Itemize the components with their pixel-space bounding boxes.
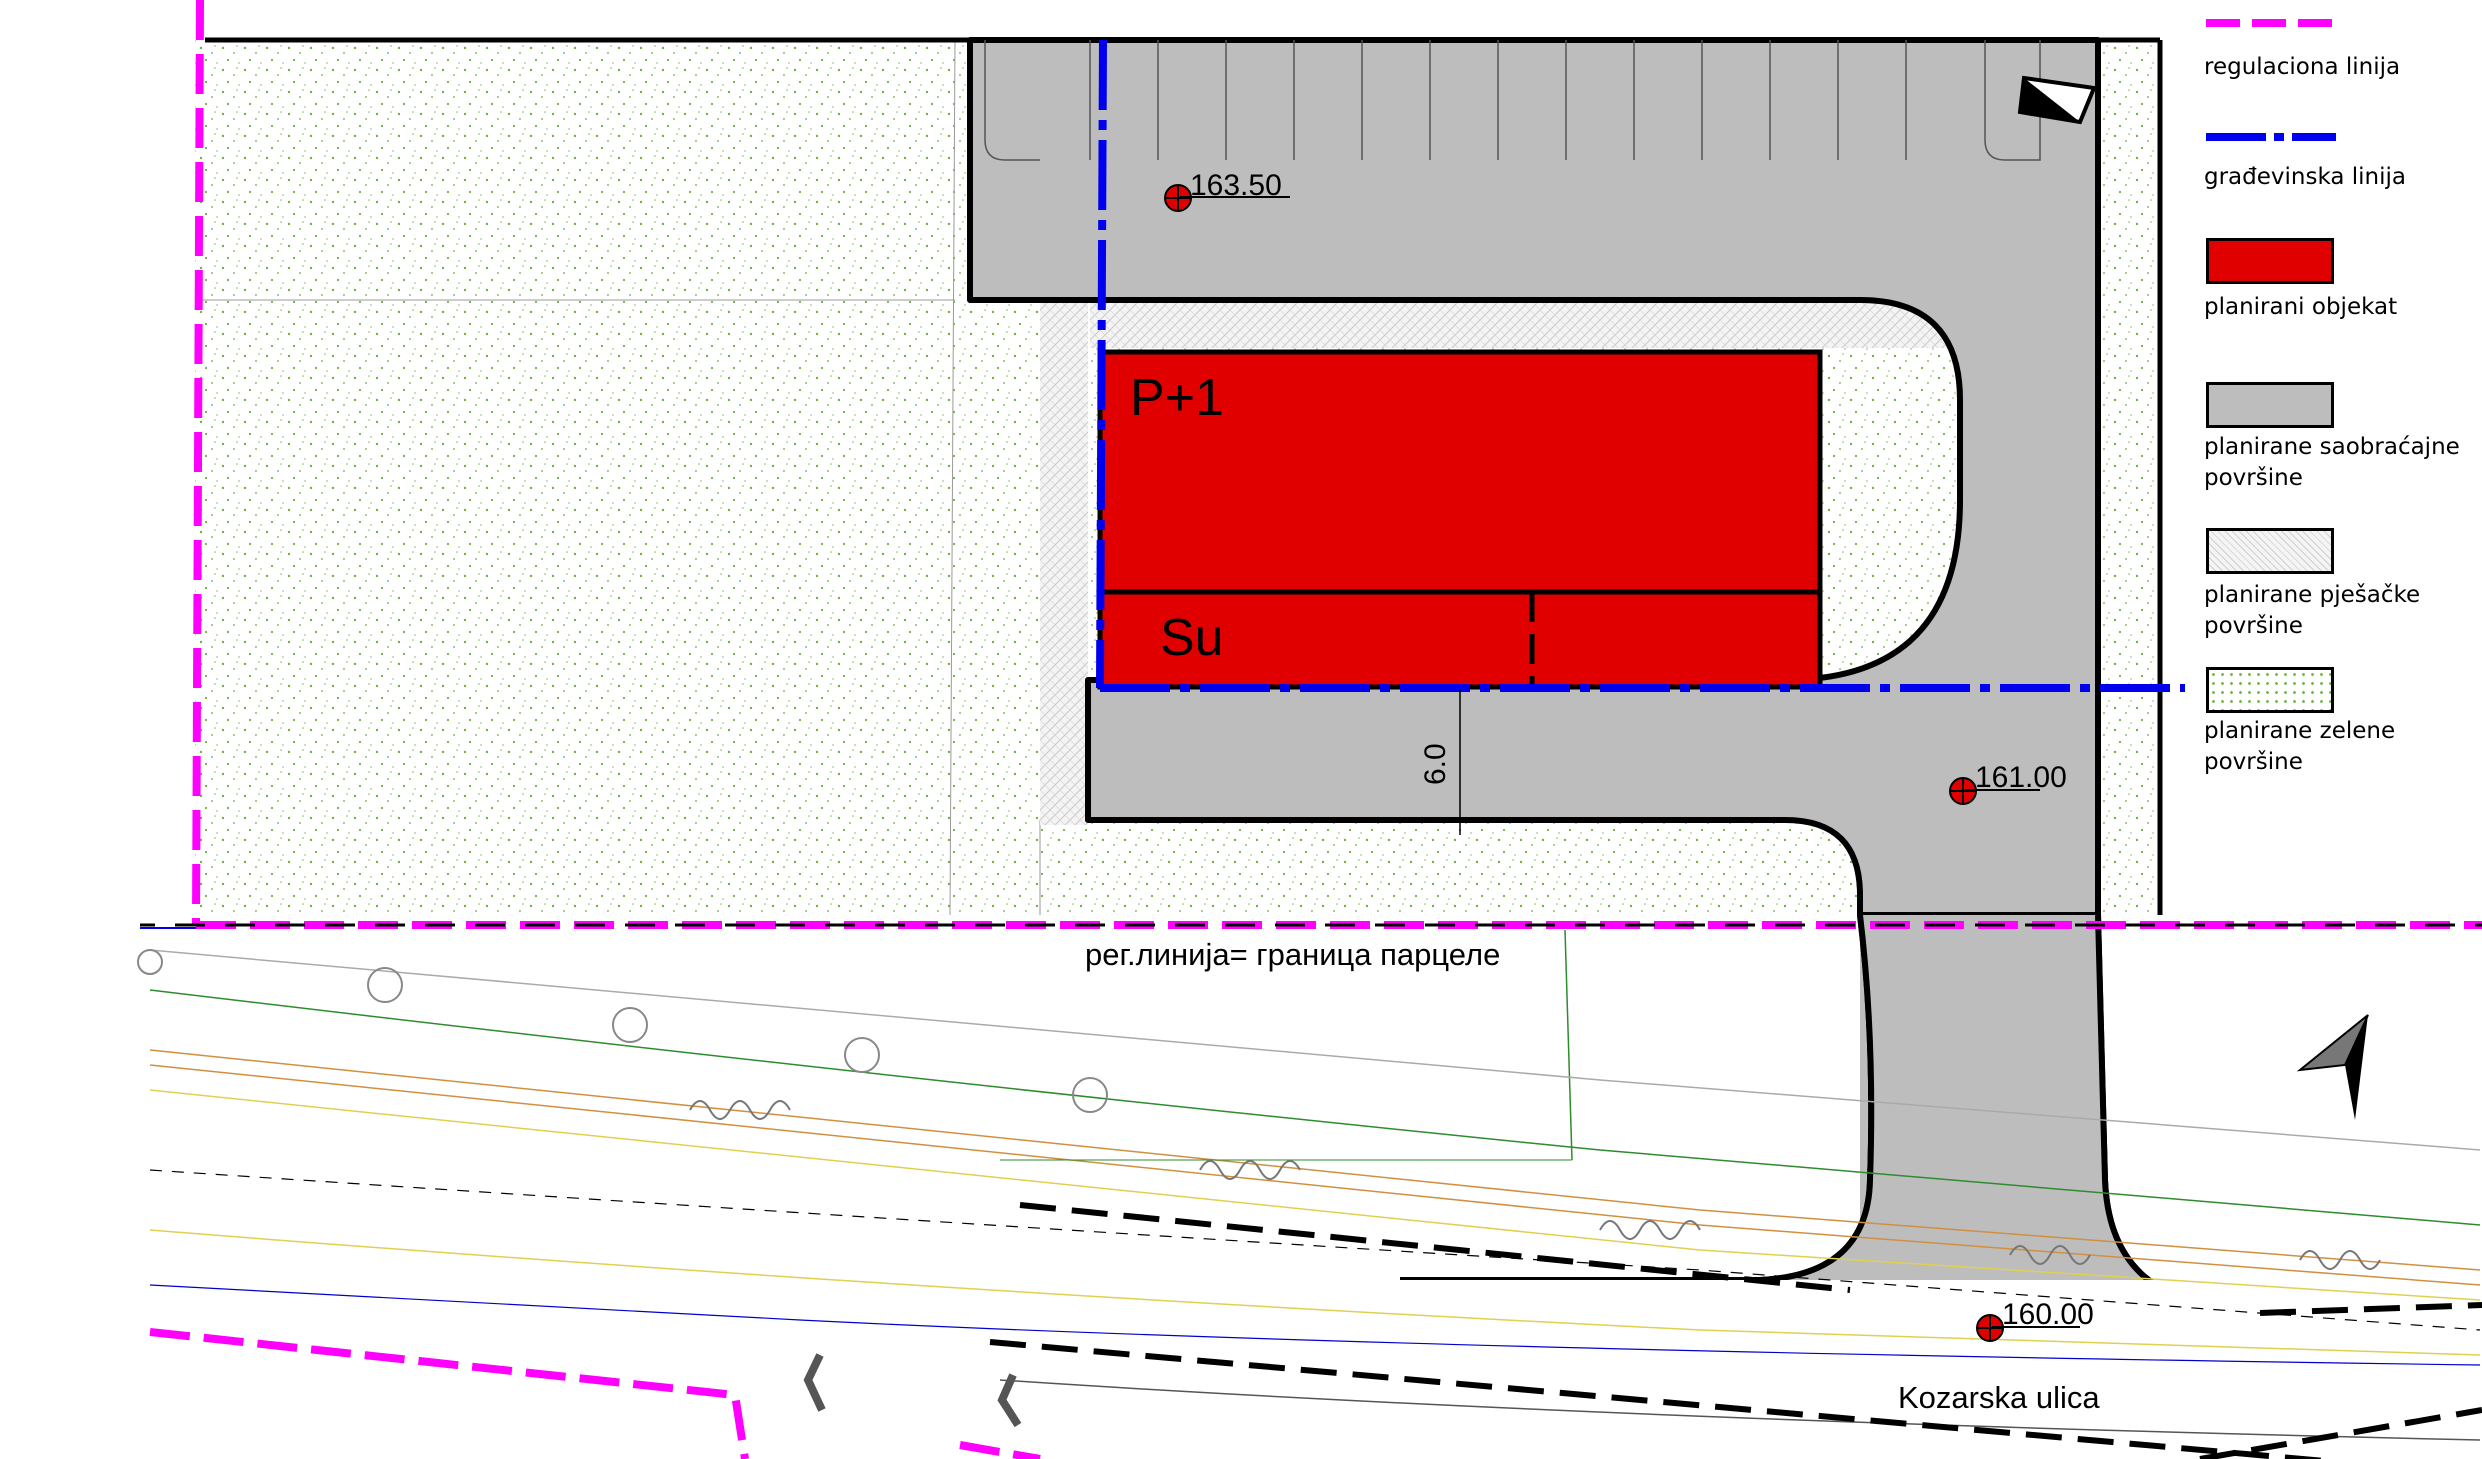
- pedestrian-area-symbol: [2206, 528, 2334, 574]
- north-arrow-icon: [2296, 1014, 2369, 1120]
- transformer-symbol-icon: [2017, 75, 2097, 125]
- building-lower-label: Su: [1160, 609, 1224, 667]
- building-upper-label: P+1: [1130, 369, 1224, 427]
- boundary-note: рег.линија= граница парцеле: [1085, 937, 1500, 972]
- walkway-left: [1040, 300, 1088, 825]
- regulation-line-symbol: [2206, 19, 2336, 27]
- hedge-symbols: [689, 1100, 2381, 1270]
- elevation-label-parking: 163.50: [1190, 169, 1282, 202]
- street-name: Kozarska ulica: [1898, 1380, 2100, 1415]
- green-area-symbol: [2206, 667, 2334, 713]
- planned-building-symbol: [2206, 238, 2334, 284]
- building-line-symbol: [2206, 133, 2336, 141]
- legend-label-planned-building: planirani objekat: [2204, 294, 2398, 320]
- legend-label-green-area: planirane zelene površine: [2204, 718, 2396, 775]
- legend-label-traffic-area: planirane saobraćajne površine: [2204, 434, 2460, 491]
- elevation-label-street: 160.00: [2002, 1298, 2094, 1331]
- site-plan: P+1 Su 163.50 161.00 160.00 6.0 рег.лини…: [137, 0, 2482, 1459]
- legend-label-building-line: građevinska linija: [2204, 164, 2407, 190]
- elevation-label-access: 161.00: [1975, 761, 2067, 794]
- legend-label-regulation: regulaciona linija: [2204, 54, 2401, 80]
- legend-label-pedestrian-area: planirane pješačke površine: [2204, 582, 2421, 639]
- tree-symbols: [137, 949, 1108, 1113]
- legend: regulaciona linija građevinska linija pl…: [2190, 0, 2482, 800]
- dimension-label: 6.0: [1419, 743, 1452, 785]
- traffic-area-symbol: [2206, 382, 2334, 428]
- walkway-top: [1090, 300, 1970, 348]
